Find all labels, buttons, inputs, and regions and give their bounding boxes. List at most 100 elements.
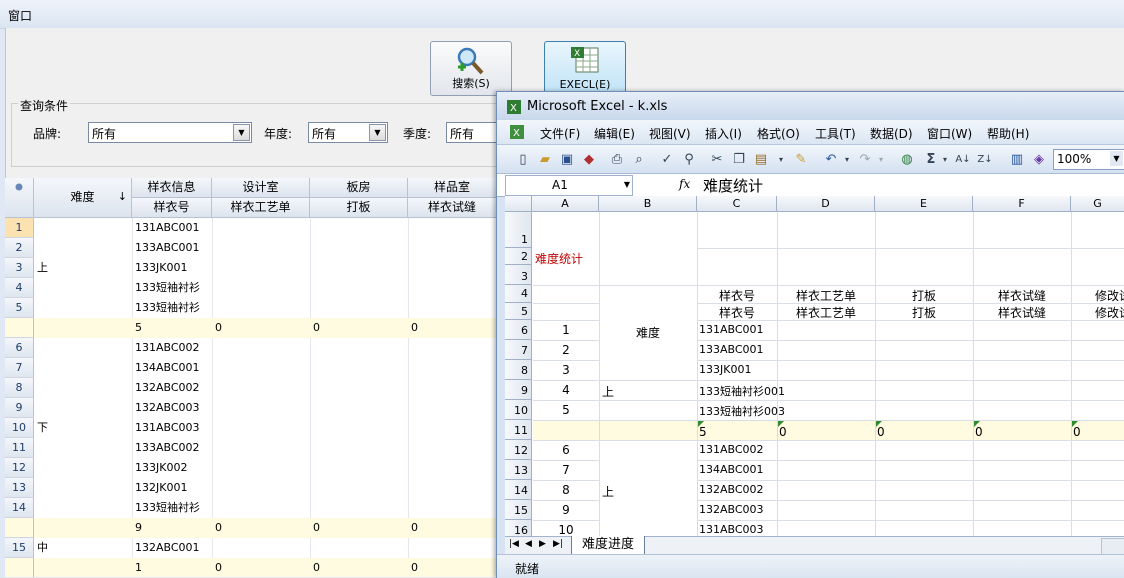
col-header-e[interactable]: E: [875, 196, 973, 212]
row-header[interactable]: 9: [505, 380, 532, 400]
col-header-nandu[interactable]: 难度 ↓: [34, 178, 132, 218]
row-header[interactable]: 3: [505, 265, 532, 285]
chevron-down-icon[interactable]: ▼: [1110, 151, 1123, 166]
row-number[interactable]: 6: [5, 338, 34, 358]
select-all-corner[interactable]: [505, 196, 532, 212]
formula-input[interactable]: 难度统计: [703, 175, 763, 196]
permission-icon[interactable]: ◆: [581, 152, 597, 168]
row-header[interactable]: 6: [505, 320, 532, 340]
header-cell[interactable]: 修改试: [1095, 287, 1124, 304]
code-cell[interactable]: 131ABC003: [133, 418, 200, 438]
cell-a[interactable]: 6: [533, 443, 599, 457]
cell-c[interactable]: 133JK001: [699, 363, 751, 376]
cell-c[interactable]: 133短袖衬衫003: [699, 403, 785, 419]
col-header-bottom-3[interactable]: 打板: [310, 198, 408, 218]
menu-help[interactable]: 帮助(H): [987, 125, 1029, 142]
sort-descending-icon[interactable]: Z↓: [977, 152, 993, 168]
cell-a[interactable]: 1: [533, 323, 599, 337]
row-number[interactable]: 12: [5, 458, 34, 478]
row-number[interactable]: 3: [5, 258, 34, 278]
header-cell[interactable]: 打板: [875, 287, 973, 304]
code-cell[interactable]: 132ABC001: [133, 538, 200, 558]
cell-a[interactable]: 8: [533, 483, 599, 497]
group-sum-row[interactable]: [34, 558, 497, 577]
cut-icon[interactable]: ✂: [709, 152, 725, 168]
cell-c[interactable]: 133短袖衬衫001: [699, 383, 785, 399]
header-cell[interactable]: 打板: [875, 304, 973, 321]
row-header[interactable]: 4: [505, 285, 532, 303]
cell-a[interactable]: 10: [533, 523, 599, 536]
sheet-tab-active[interactable]: 难度进度: [571, 536, 645, 555]
print-icon[interactable]: ⎙: [609, 152, 625, 168]
col-header-bottom-4[interactable]: 样衣试缝: [408, 198, 497, 218]
row-header[interactable]: 5: [505, 303, 532, 320]
last-sheet-icon[interactable]: ▶|: [553, 539, 563, 549]
row-number[interactable]: 15: [5, 538, 34, 558]
header-cell[interactable]: 样衣试缝: [973, 304, 1071, 321]
grid-corner[interactable]: [5, 178, 34, 218]
year-select[interactable]: 所有 ▼: [308, 122, 388, 143]
col-header-top-4[interactable]: 样品室: [408, 178, 497, 198]
research-icon[interactable]: ⚲: [681, 152, 697, 168]
row-header[interactable]: 12: [505, 440, 532, 460]
code-cell[interactable]: 132JK001: [133, 478, 187, 498]
col-header-f[interactable]: F: [973, 196, 1071, 212]
col-header-top-2[interactable]: 设计室: [212, 178, 310, 198]
row-number[interactable]: 14: [5, 498, 34, 518]
cell-a[interactable]: 9: [533, 503, 599, 517]
row-header[interactable]: 2: [505, 248, 532, 265]
drawing-icon[interactable]: ◈: [1031, 152, 1047, 168]
excel-window[interactable]: X Microsoft Excel - k.xls X 文件(F) 编辑(E) …: [496, 91, 1124, 578]
fx-icon[interactable]: fx: [679, 177, 690, 191]
cell-b-group[interactable]: 上: [602, 483, 614, 500]
code-cell[interactable]: 131ABC001: [133, 218, 200, 238]
excel-doc-icon[interactable]: X: [509, 124, 525, 140]
save-icon[interactable]: ▣: [559, 152, 575, 168]
redo-icon[interactable]: ↷: [857, 152, 873, 168]
row-header[interactable]: 16: [505, 520, 532, 536]
cell-a2[interactable]: 难度统计: [535, 250, 583, 267]
worksheet[interactable]: A B C D E F G 1 2 3 4 5 6 7 8 9 10 11 12…: [505, 196, 1124, 536]
row-header[interactable]: 15: [505, 500, 532, 520]
code-cell[interactable]: 133ABC001: [133, 238, 200, 258]
col-header-b[interactable]: B: [599, 196, 697, 212]
spelling-icon[interactable]: ✓: [659, 152, 675, 168]
data-grid[interactable]: 难度 ↓ 样衣信息 设计室 板房 样品室 样衣号 样衣工艺单 打板 样衣试缝 1…: [5, 178, 497, 577]
group-label[interactable]: 上: [35, 258, 48, 278]
cell-c[interactable]: 133ABC001: [699, 343, 764, 356]
code-cell[interactable]: 134ABC001: [133, 358, 200, 378]
sum-cell[interactable]: 0: [975, 425, 983, 439]
code-cell[interactable]: 132ABC003: [133, 398, 200, 418]
cell-c[interactable]: 134ABC001: [699, 463, 764, 476]
group-label[interactable]: 中: [35, 538, 48, 558]
col-header-g[interactable]: G: [1071, 196, 1124, 212]
col-header-bottom-2[interactable]: 样衣工艺单: [212, 198, 310, 218]
cell-c[interactable]: 132ABC002: [699, 483, 764, 496]
col-header-bottom-1[interactable]: 样衣号: [132, 198, 212, 218]
header-cell[interactable]: 样衣号: [697, 287, 777, 304]
sum-cell[interactable]: 0: [779, 425, 787, 439]
group-sum-row[interactable]: [34, 318, 497, 338]
horizontal-scrollbar[interactable]: [1101, 538, 1124, 555]
row-number[interactable]: 9: [5, 398, 34, 418]
row-header[interactable]: 13: [505, 460, 532, 480]
brand-select[interactable]: 所有 ▼: [88, 122, 252, 143]
chevron-down-icon[interactable]: ▾: [839, 152, 855, 168]
cell-a[interactable]: 5: [533, 403, 599, 417]
execl-button[interactable]: X EXECL(E): [544, 41, 626, 96]
row-header[interactable]: 11: [505, 420, 532, 440]
print-preview-icon[interactable]: ⌕: [631, 152, 647, 168]
menu-tools[interactable]: 工具(T): [815, 125, 856, 142]
code-cell[interactable]: 131ABC002: [133, 338, 200, 358]
row-header[interactable]: 7: [505, 340, 532, 360]
code-cell[interactable]: 133ABC002: [133, 438, 200, 458]
cell-a[interactable]: 2: [533, 343, 599, 357]
undo-icon[interactable]: ↶: [823, 152, 839, 168]
row-number[interactable]: 1: [5, 218, 34, 238]
cell-c[interactable]: 131ABC003: [699, 523, 764, 536]
row-number[interactable]: 4: [5, 278, 34, 298]
search-button[interactable]: 搜索(S): [430, 41, 512, 96]
menu-insert[interactable]: 插入(I): [705, 125, 742, 142]
menu-view[interactable]: 视图(V): [649, 125, 691, 142]
row-number[interactable]: 10: [5, 418, 34, 438]
